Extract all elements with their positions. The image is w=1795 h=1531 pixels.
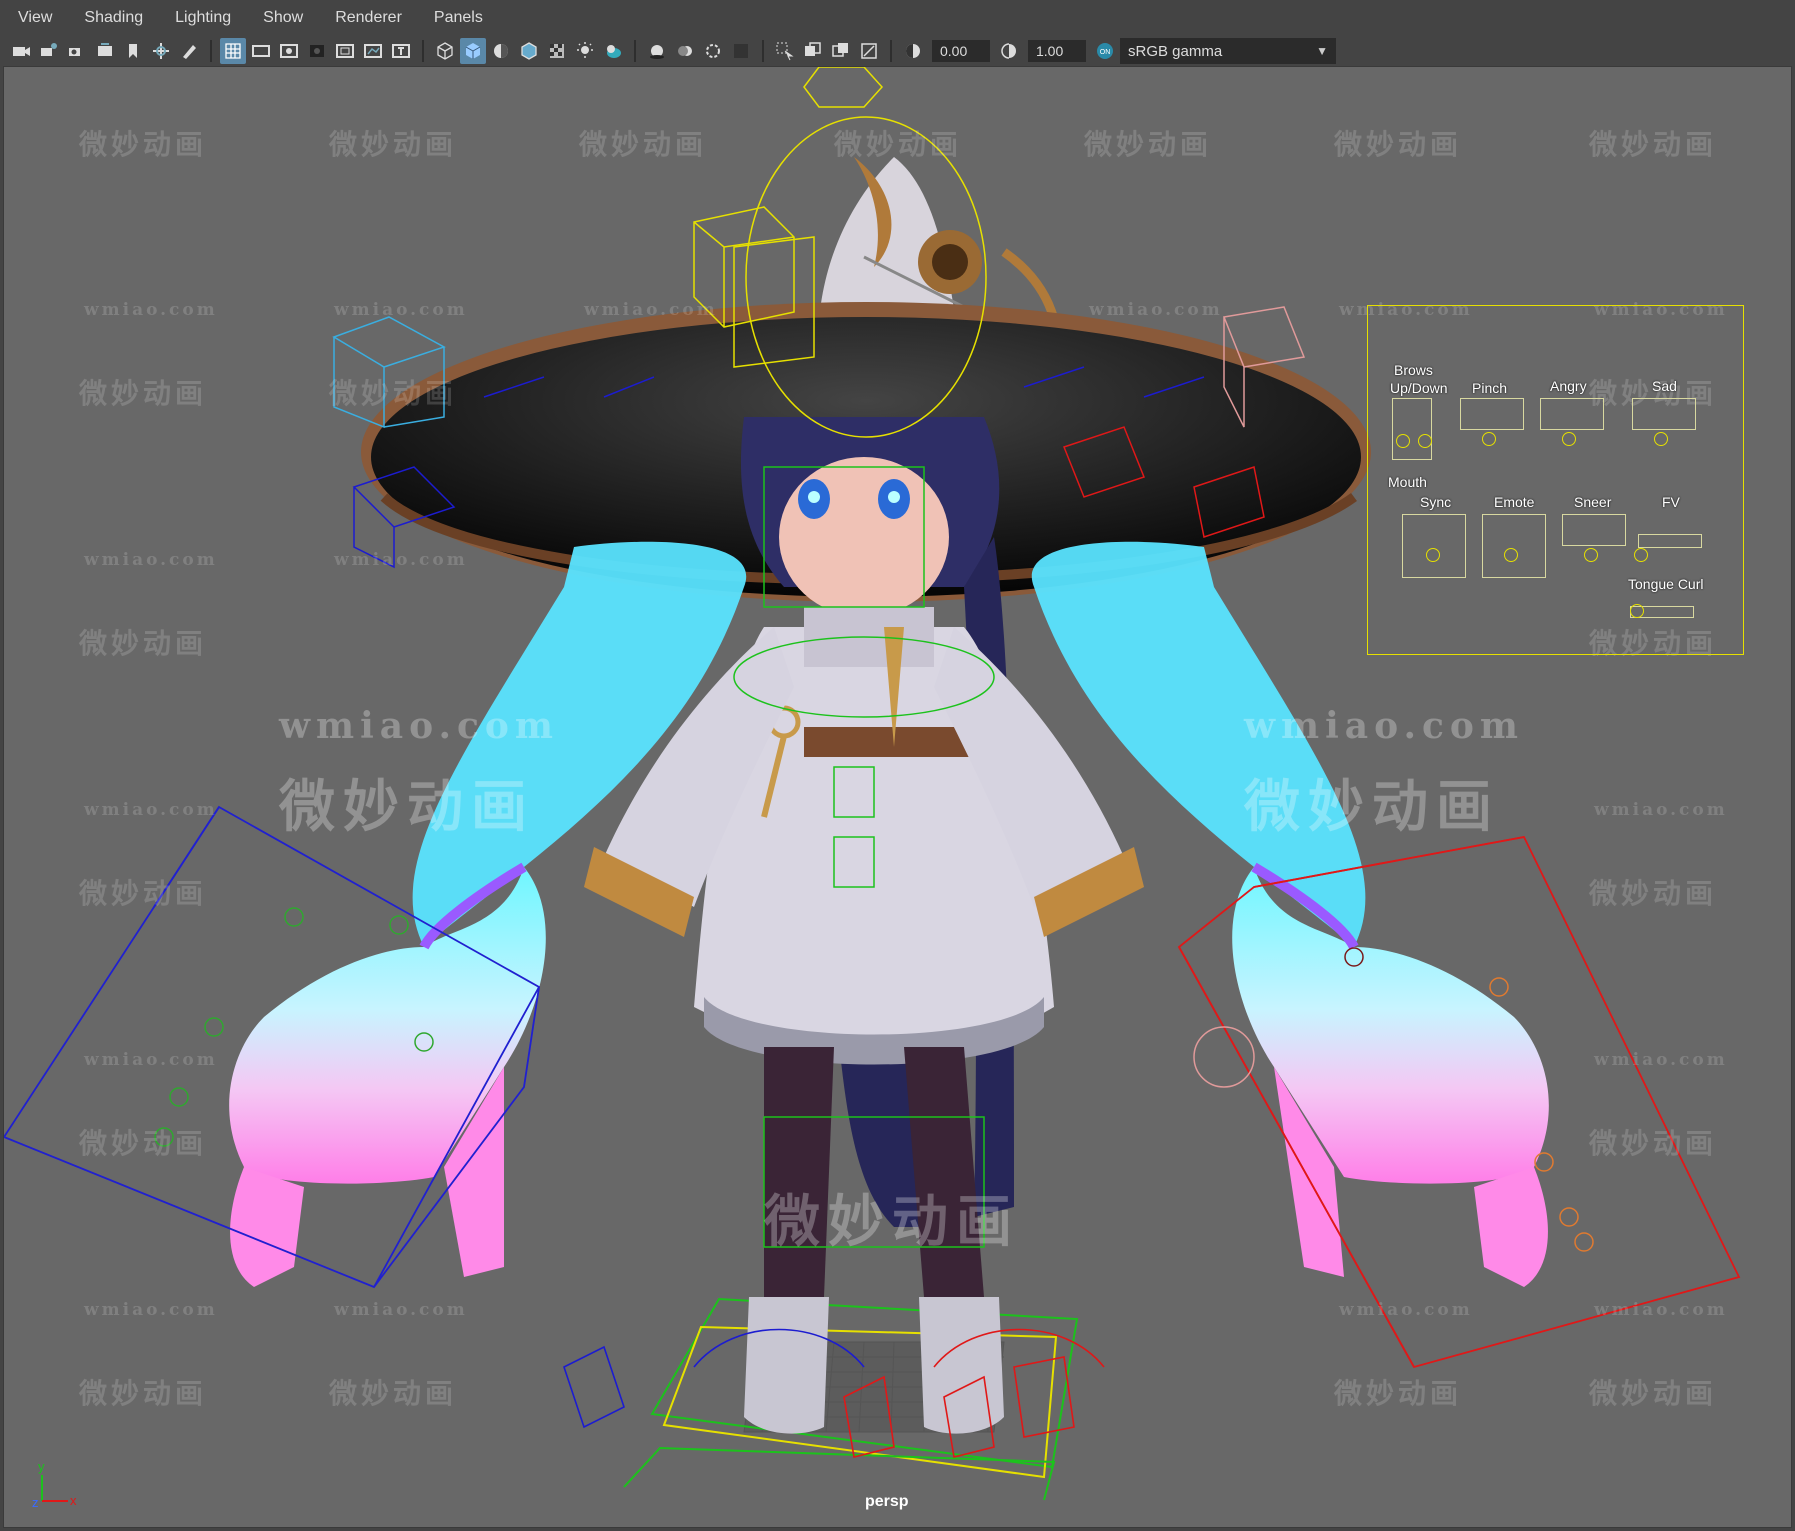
emote-control[interactable] (1504, 548, 1518, 562)
sneer-label: Sneer (1574, 494, 1612, 510)
pinch-control[interactable] (1482, 432, 1496, 446)
angry-label: Angry (1550, 378, 1587, 394)
tongue-curl-label: Tongue Curl (1628, 576, 1704, 592)
updown-label: Up/Down (1390, 380, 1448, 396)
viewport-scene (4, 67, 1741, 1501)
anti-aliasing-icon[interactable] (700, 38, 726, 64)
motion-blur-icon[interactable] (672, 38, 698, 64)
move-camera-icon[interactable] (148, 38, 174, 64)
facial-control-panel[interactable]: Brows Up/Down Pinch Angry Sad Mouth Sync… (1367, 305, 1744, 655)
pinch-label: Pinch (1472, 380, 1508, 396)
panel-menubar: View Shading Lighting Show Renderer Pane… (0, 0, 1795, 36)
resolution-gate-icon[interactable] (276, 38, 302, 64)
brows-updown-slider (1392, 398, 1432, 460)
camera-name-label: persp (865, 1493, 909, 1510)
wireframe-on-shaded-icon[interactable] (516, 38, 542, 64)
perspective-viewport[interactable]: 微妙动画 微妙动画 微妙动画 微妙动画 微妙动画 微妙动画 微妙动画 wmiao… (3, 66, 1792, 1528)
axis-z-label: z (32, 1495, 39, 1510)
mouth-label: Mouth (1388, 474, 1427, 490)
safe-action-icon[interactable] (360, 38, 386, 64)
angry-slider (1540, 398, 1604, 430)
gamma-field[interactable]: 1.00 (1028, 40, 1086, 62)
axis-x-label: x (70, 1493, 77, 1508)
sad-control[interactable] (1654, 432, 1668, 446)
sync-control[interactable] (1426, 548, 1440, 562)
panel-toolbar: 0.00 1.00 ON sRGB gamma ▼ (0, 36, 1795, 66)
menu-show[interactable]: Show (245, 9, 317, 27)
maya-viewport-window: View Shading Lighting Show Renderer Pane… (0, 0, 1795, 1531)
xray-active-icon[interactable] (828, 38, 854, 64)
angry-control[interactable] (1562, 432, 1576, 446)
toolbar-divider (762, 40, 764, 62)
axis-y-label: y (38, 1459, 45, 1474)
sad-slider (1632, 398, 1696, 430)
smooth-shade-icon[interactable] (460, 38, 486, 64)
image-plane-icon[interactable] (92, 38, 118, 64)
menu-panels[interactable]: Panels (416, 9, 497, 27)
sync-label: Sync (1420, 494, 1452, 510)
default-material-icon[interactable] (488, 38, 514, 64)
fv-label: FV (1662, 494, 1680, 510)
toolbar-divider (422, 40, 424, 62)
menu-view[interactable]: View (0, 9, 66, 27)
camera-icon[interactable] (8, 38, 34, 64)
depth-of-field-icon[interactable] (728, 38, 754, 64)
exposure-field[interactable]: 0.00 (932, 40, 990, 62)
xray-icon[interactable] (544, 38, 570, 64)
sync-slider (1402, 514, 1466, 578)
emote-label: Emote (1494, 494, 1535, 510)
color-space-select[interactable]: sRGB gamma ▼ (1120, 38, 1336, 64)
film-gate-icon[interactable] (248, 38, 274, 64)
wireframe-icon[interactable] (432, 38, 458, 64)
view-axis-gizmo: y z x (32, 1459, 77, 1510)
svg-text:ON: ON (1100, 49, 1111, 56)
pinch-slider (1460, 398, 1524, 430)
sneer-control[interactable] (1584, 548, 1598, 562)
field-chart-icon[interactable] (332, 38, 358, 64)
color-management-icon[interactable]: ON (1092, 38, 1118, 64)
brows-updown-left-control[interactable] (1396, 434, 1410, 448)
toolbar-divider (634, 40, 636, 62)
grease-pencil-icon[interactable] (176, 38, 202, 64)
menu-shading[interactable]: Shading (66, 9, 157, 27)
grid-icon[interactable] (220, 38, 246, 64)
emote-slider (1482, 514, 1546, 578)
isolate-select-icon[interactable] (772, 38, 798, 64)
toolbar-divider (890, 40, 892, 62)
sad-label: Sad (1652, 378, 1677, 394)
brows-label: Brows (1394, 362, 1433, 378)
shadows-icon[interactable] (600, 38, 626, 64)
bookmark-icon[interactable] (120, 38, 146, 64)
screen-space-ao-icon[interactable] (644, 38, 670, 64)
menu-lighting[interactable]: Lighting (157, 9, 245, 27)
tongue-curl-control[interactable] (1630, 604, 1644, 618)
bookmark-camera-icon[interactable] (64, 38, 90, 64)
use-lights-icon[interactable] (572, 38, 598, 64)
exposure-icon[interactable] (900, 38, 926, 64)
color-space-value: sRGB gamma (1128, 42, 1223, 60)
fv-control[interactable] (1634, 548, 1648, 562)
backface-culling-icon[interactable] (856, 38, 882, 64)
gamma-icon[interactable] (996, 38, 1022, 64)
chevron-down-icon: ▼ (1316, 44, 1328, 58)
xray-joints-icon[interactable] (800, 38, 826, 64)
toolbar-divider (210, 40, 212, 62)
fv-slider (1638, 534, 1702, 548)
menu-renderer[interactable]: Renderer (317, 9, 416, 27)
brows-updown-right-control[interactable] (1418, 434, 1432, 448)
camera-attributes-icon[interactable] (36, 38, 62, 64)
gate-mask-icon[interactable] (304, 38, 330, 64)
sneer-slider (1562, 514, 1626, 546)
safe-title-icon[interactable] (388, 38, 414, 64)
